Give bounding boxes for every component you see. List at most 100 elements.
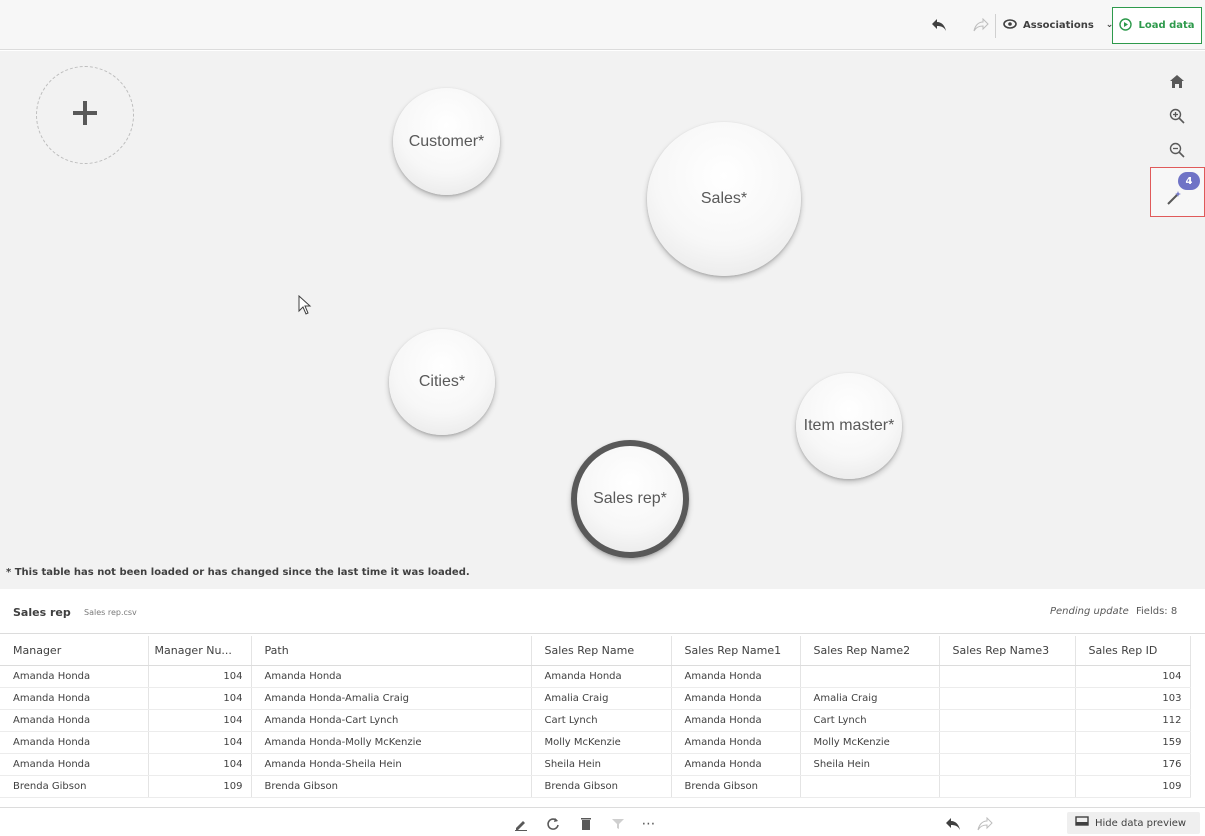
table-bubble-label: Sales rep* bbox=[593, 490, 667, 507]
bottom-toolbar: ⋯ Hide data preview bbox=[0, 807, 1205, 836]
table-cell: 109 bbox=[148, 775, 252, 798]
table-row: Amanda Honda 104 Amanda Honda-Molly McKe… bbox=[0, 731, 1191, 754]
table-bubble-sales[interactable]: Sales* bbox=[647, 122, 801, 276]
table-bubble-label: Sales* bbox=[700, 190, 748, 207]
table-cell: 104 bbox=[148, 709, 252, 732]
table-cell bbox=[939, 687, 1076, 710]
table-cell: Sheila Hein bbox=[800, 753, 940, 776]
play-circle-icon bbox=[1119, 17, 1133, 34]
table-cell bbox=[939, 709, 1076, 732]
column-header[interactable]: Manager Nu... bbox=[148, 636, 252, 666]
table-bubble-sales-rep[interactable]: Sales rep* bbox=[571, 440, 689, 558]
table-bubble-customer[interactable]: Customer* bbox=[393, 88, 500, 195]
table-cell: Brenda Gibson bbox=[671, 775, 801, 798]
zoom-in-icon[interactable] bbox=[1160, 99, 1194, 133]
table-cell bbox=[800, 775, 940, 798]
data-preview-header: Sales rep Sales rep.csv Pending update F… bbox=[0, 590, 1205, 634]
zoom-out-icon[interactable] bbox=[1160, 133, 1194, 167]
table-cell: Amalia Craig bbox=[531, 687, 672, 710]
table-cell: Molly McKenzie bbox=[800, 731, 940, 754]
table-cell: Sheila Hein bbox=[531, 753, 672, 776]
load-data-button[interactable]: Load data bbox=[1112, 7, 1202, 44]
table-bubble-label: Cities* bbox=[418, 373, 466, 390]
table-cell: Amanda Honda bbox=[671, 709, 801, 732]
pencil-icon[interactable] bbox=[512, 815, 530, 833]
fields-count: Fields: 8 bbox=[1136, 606, 1178, 617]
pending-update-status: Pending update bbox=[1050, 606, 1129, 617]
preview-file-name: Sales rep.csv bbox=[84, 608, 137, 617]
table-cell: Amanda Honda bbox=[671, 731, 801, 754]
table-cell: Amalia Craig bbox=[800, 687, 940, 710]
recommendations-count-badge: 4 bbox=[1178, 172, 1200, 190]
table-cell: 176 bbox=[1075, 753, 1191, 776]
monitor-icon bbox=[1075, 815, 1089, 831]
hide-data-preview-button[interactable]: Hide data preview bbox=[1067, 812, 1200, 834]
table-cell: Brenda Gibson bbox=[531, 775, 672, 798]
column-header[interactable]: Sales Rep ID bbox=[1075, 636, 1191, 666]
magic-wand-icon bbox=[1166, 190, 1182, 210]
column-header[interactable]: Sales Rep Name2 bbox=[800, 636, 940, 666]
table-row: Amanda Honda 104 Amanda Honda-Amalia Cra… bbox=[0, 687, 1191, 710]
column-header[interactable]: Sales Rep Name3 bbox=[939, 636, 1076, 666]
table-row: Amanda Honda 104 Amanda Honda-Cart Lynch… bbox=[0, 709, 1191, 732]
table-cell: Amanda Honda bbox=[0, 665, 149, 688]
unloaded-footnote: * This table has not been loaded or has … bbox=[6, 567, 470, 578]
table-cell: Cart Lynch bbox=[800, 709, 940, 732]
table-cell: 103 bbox=[1075, 687, 1191, 710]
eye-icon bbox=[1003, 18, 1017, 33]
table-cell: 109 bbox=[1075, 775, 1191, 798]
recommended-associations-button[interactable]: 4 bbox=[1150, 167, 1205, 217]
table-cell bbox=[939, 665, 1076, 688]
home-icon[interactable] bbox=[1160, 65, 1194, 99]
table-cell: 112 bbox=[1075, 709, 1191, 732]
table-cell: Cart Lynch bbox=[531, 709, 672, 732]
associations-dropdown[interactable]: Associations ⌄ bbox=[1003, 14, 1113, 36]
more-options-icon[interactable]: ⋯ bbox=[640, 815, 658, 833]
table-row: Amanda Honda 104 Amanda Honda-Sheila Hei… bbox=[0, 753, 1191, 776]
mouse-cursor-icon bbox=[298, 294, 312, 319]
redo-icon[interactable] bbox=[970, 14, 992, 36]
table-cell bbox=[800, 665, 940, 688]
table-cell: Amanda Honda-Sheila Hein bbox=[251, 753, 532, 776]
load-data-label: Load data bbox=[1138, 20, 1195, 31]
refresh-icon[interactable] bbox=[544, 815, 562, 833]
toolbar-divider bbox=[995, 14, 996, 38]
table-cell: Molly McKenzie bbox=[531, 731, 672, 754]
table-cell: 104 bbox=[1075, 665, 1191, 688]
filter-icon bbox=[609, 815, 627, 833]
table-bubble-cities[interactable]: Cities* bbox=[389, 329, 495, 435]
table-cell: Amanda Honda bbox=[0, 687, 149, 710]
table-cell bbox=[939, 753, 1076, 776]
table-cell: Amanda Honda bbox=[531, 665, 672, 688]
top-toolbar: Associations ⌄ Load data bbox=[0, 0, 1205, 50]
add-data-button[interactable] bbox=[36, 66, 134, 164]
associations-label: Associations bbox=[1023, 19, 1094, 31]
model-canvas[interactable]: Customer* Sales* Cities* Item master* Sa… bbox=[0, 51, 1205, 589]
table-bubble-label: Customer* bbox=[408, 132, 485, 150]
redo-icon[interactable] bbox=[976, 815, 994, 833]
hide-data-preview-label: Hide data preview bbox=[1095, 817, 1187, 829]
undo-icon[interactable] bbox=[928, 14, 950, 36]
table-cell: Brenda Gibson bbox=[0, 775, 149, 798]
table-bubble-item-master[interactable]: Item master* bbox=[796, 373, 902, 479]
column-header[interactable]: Manager bbox=[0, 636, 149, 666]
table-cell: 159 bbox=[1075, 731, 1191, 754]
table-bubble-label: Item master* bbox=[803, 417, 895, 434]
table-cell: Amanda Honda bbox=[671, 753, 801, 776]
column-header[interactable]: Sales Rep Name1 bbox=[671, 636, 801, 666]
table-cell bbox=[939, 731, 1076, 754]
table-cell: Amanda Honda bbox=[0, 709, 149, 732]
table-cell: 104 bbox=[148, 687, 252, 710]
column-header[interactable]: Path bbox=[251, 636, 532, 666]
undo-icon[interactable] bbox=[944, 815, 962, 833]
data-preview-table: Manager Manager Nu... Path Sales Rep Nam… bbox=[0, 636, 1191, 798]
canvas-tools bbox=[1160, 65, 1194, 167]
delete-icon[interactable] bbox=[577, 815, 595, 833]
table-cell: Amanda Honda bbox=[251, 665, 532, 688]
table-cell bbox=[939, 775, 1076, 798]
table-cell: 104 bbox=[148, 665, 252, 688]
table-cell: Amanda Honda bbox=[671, 665, 801, 688]
column-header[interactable]: Sales Rep Name bbox=[531, 636, 672, 666]
table-cell: Amanda Honda bbox=[0, 753, 149, 776]
table-row: Brenda Gibson 109 Brenda Gibson Brenda G… bbox=[0, 775, 1191, 798]
